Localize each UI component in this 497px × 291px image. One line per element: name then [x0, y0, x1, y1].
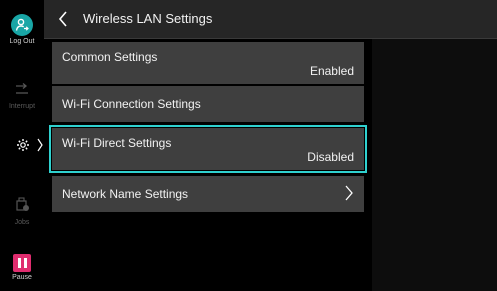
- pause-label: Pause: [12, 274, 32, 281]
- item-value: Enabled: [309, 64, 354, 78]
- wifi-connection-settings-item[interactable]: Wi-Fi Connection Settings: [52, 86, 364, 122]
- interrupt-icon: [14, 83, 30, 100]
- chevron-left-icon: [58, 11, 68, 32]
- printer-jobs-icon: [14, 197, 30, 216]
- chevron-right-icon: [37, 137, 43, 158]
- settings-list: Common Settings Enabled Wi-Fi Connection…: [49, 42, 367, 214]
- settings-tab[interactable]: [0, 133, 44, 159]
- logout-button[interactable]: Log Out: [0, 14, 44, 45]
- item-label: Wi-Fi Connection Settings: [62, 97, 201, 111]
- item-label: Common Settings: [62, 50, 158, 64]
- pause-button[interactable]: Pause: [0, 254, 44, 281]
- network-name-settings-item[interactable]: Network Name Settings: [52, 176, 364, 212]
- item-value: Disabled: [307, 150, 354, 164]
- interrupt-label: Interrupt: [8, 103, 36, 110]
- wifi-direct-settings-item[interactable]: Wi-Fi Direct Settings Disabled: [49, 125, 367, 173]
- jobs-label: Jobs: [14, 219, 30, 226]
- interrupt-button: Interrupt: [0, 82, 44, 110]
- back-button[interactable]: [58, 10, 72, 28]
- chevron-right-icon: [344, 185, 354, 201]
- main-content: Common Settings Enabled Wi-Fi Connection…: [44, 39, 497, 291]
- right-panel: [372, 39, 497, 291]
- item-label: Wi-Fi Direct Settings: [62, 136, 172, 150]
- page-title: Wireless LAN Settings: [83, 11, 213, 26]
- jobs-button: Jobs: [0, 196, 44, 226]
- item-label: Network Name Settings: [62, 187, 189, 201]
- common-settings-item[interactable]: Common Settings Enabled: [52, 42, 364, 84]
- gear-icon: [16, 138, 30, 157]
- left-sidebar: Log Out Interrupt Jobs Pause: [0, 0, 44, 291]
- logout-label: Log Out: [9, 38, 35, 45]
- pause-icon: [13, 254, 31, 272]
- header-bar: Wireless LAN Settings: [44, 0, 497, 39]
- person-logout-icon: [11, 14, 33, 36]
